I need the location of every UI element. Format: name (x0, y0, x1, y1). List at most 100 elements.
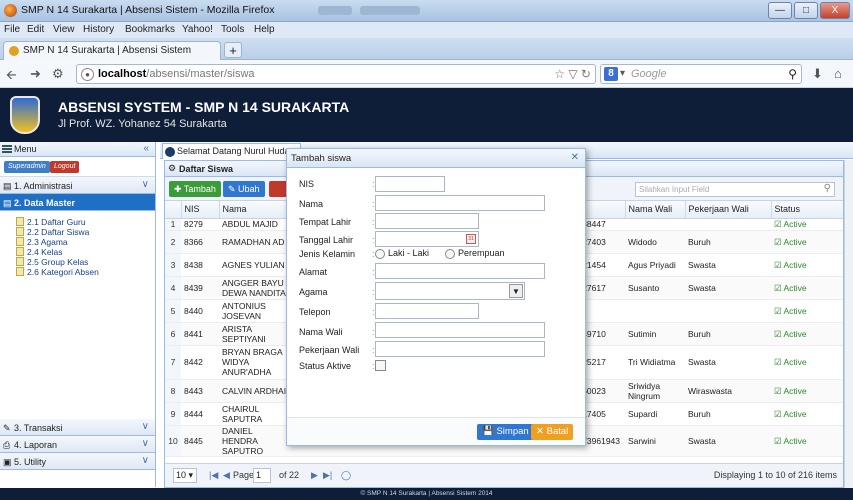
cell-status: ☑ Active (771, 425, 843, 457)
home-icon[interactable]: ⌂ (834, 66, 842, 81)
sidebar-item-group-kelas[interactable]: 2.5 Group Kelas (0, 257, 155, 267)
col-status[interactable]: Status (771, 201, 843, 219)
cell-wali: Widodo (625, 230, 685, 254)
label-telepon: Telepon (299, 307, 331, 317)
add-button[interactable]: ✚ Tambah (169, 181, 221, 197)
cell-wali: Supardi (625, 402, 685, 426)
cell-status: ☑ Active (771, 218, 843, 231)
cell-nama: ANTONIUS JOSEVAN (219, 299, 291, 323)
url-text: localhost/absensi/master/siswa (98, 68, 255, 80)
menu-yahoo[interactable]: Yahoo! (182, 24, 213, 35)
edit-button[interactable]: ✎ Ubah (223, 181, 265, 197)
sidebar-item-daftar-siswa[interactable]: 2.2 Daftar Siswa (0, 227, 155, 237)
sidebar-item-daftar-guru[interactable]: 2.1 Daftar Guru (0, 217, 155, 227)
close-icon[interactable]: ✕ (571, 152, 579, 163)
edit-icon: ✎ (3, 423, 11, 433)
status-aktive-checkbox[interactable] (375, 360, 386, 371)
search-engine-dropdown-icon[interactable]: ▾ (620, 68, 625, 79)
last-page-icon[interactable]: ▶| (323, 470, 332, 481)
menu-grid-icon (2, 145, 12, 154)
agama-select[interactable]: ▼ (375, 282, 525, 300)
page-size-select[interactable]: 10 ▾ (173, 468, 197, 483)
grid-search-input[interactable]: Silahkan Input Field ⚲ (635, 182, 835, 197)
sidebar-item-agama[interactable]: 2.3 Agama (0, 237, 155, 247)
cell-n: 3 (165, 253, 181, 277)
menu-tools[interactable]: Tools (221, 24, 244, 35)
menu-edit[interactable]: Edit (27, 24, 44, 35)
close-window-button[interactable]: X (820, 2, 850, 19)
alamat-input[interactable] (375, 263, 545, 279)
menu-view[interactable]: View (53, 24, 75, 35)
expand-icon[interactable]: ∨ (142, 421, 149, 432)
forward-icon[interactable]: ➜ (30, 66, 41, 82)
refresh-icon[interactable]: ◯ (341, 470, 351, 481)
tempat-lahir-input[interactable] (375, 213, 479, 229)
search-icon[interactable]: ⚲ (824, 183, 831, 194)
search-bar[interactable]: 8 ▾ Google ⚲ (600, 64, 802, 84)
star-reload-icon[interactable]: ☆ ▽ ↻ (554, 67, 591, 81)
cell-n: 10 (165, 425, 181, 457)
firefox-icon (4, 4, 17, 17)
sidebar-section-administrasi[interactable]: ▤ 1. Administrasi ∨ (0, 177, 155, 194)
nama-input[interactable] (375, 195, 545, 211)
download-icon[interactable]: ⬇ (812, 66, 823, 82)
col-nis[interactable]: NIS (181, 201, 220, 219)
dropdown-arrow-icon[interactable]: ▼ (509, 284, 523, 298)
new-tab-button[interactable]: + (224, 42, 242, 58)
sidebar-section-laporan[interactable]: ⎙ 4. Laporan ∨ (0, 436, 155, 453)
search-placeholder: Silahkan Input Field (639, 185, 710, 194)
sidebar-section-utility[interactable]: ▣ 5. Utility ∨ (0, 453, 155, 470)
nis-input[interactable] (375, 176, 445, 192)
sidebar: Menu « Superadmin Logout ▤ 1. Administra… (0, 142, 156, 487)
next-page-icon[interactable]: ▶ (311, 470, 318, 481)
col-nama-wali[interactable]: Nama Wali (625, 201, 686, 219)
prev-page-icon[interactable]: ◀ (223, 470, 230, 481)
menu-file[interactable]: File (4, 24, 20, 35)
section-label: 5. Utility (14, 457, 47, 467)
url-bar[interactable]: ● localhost/absensi/master/siswa ☆ ▽ ↻ (76, 64, 596, 84)
addon-icon[interactable]: ⚙ (52, 66, 64, 82)
radio-perempuan[interactable] (445, 249, 455, 259)
grid-pager: 10 ▾ |◀ ◀ Page 1 of 22 ▶ ▶| ◯ Displaying… (165, 463, 843, 487)
cancel-button[interactable]: ✕ Batal (531, 424, 574, 440)
cell-status: ☑ Active (771, 322, 843, 346)
telepon-input[interactable] (375, 303, 479, 319)
sidebar-section-data-master[interactable]: ▤ 2. Data Master (0, 194, 155, 211)
radio-laki-laki[interactable] (375, 249, 385, 259)
logout-button[interactable]: Logout (50, 161, 80, 173)
expand-icon[interactable]: ∨ (142, 438, 149, 449)
check-icon: ☑ (774, 357, 784, 367)
col-nama[interactable]: Nama (219, 201, 292, 219)
radio-label-laki-laki: Laki - Laki (388, 248, 430, 258)
browser-tab[interactable]: SMP N 14 Surakarta | Absensi Sistem (3, 41, 221, 60)
expand-icon[interactable]: ∨ (142, 179, 149, 190)
label-nama-wali: Nama Wali (299, 327, 343, 337)
calendar-icon[interactable]: 31 (466, 234, 476, 244)
col-pekerjaan-wali[interactable]: Pekerjaan Wali (685, 201, 772, 219)
cell-n: 9 (165, 402, 181, 426)
first-page-icon[interactable]: |◀ (209, 470, 218, 481)
menu-help[interactable]: Help (254, 24, 275, 35)
save-button[interactable]: 💾 Simpan (477, 424, 534, 440)
superadmin-button[interactable]: Superadmin (4, 161, 50, 173)
sidebar-item-kelas[interactable]: 2.4 Kelas (0, 247, 155, 257)
cell-nis: 8439 (181, 276, 219, 300)
nama-wali-input[interactable] (375, 322, 545, 338)
maximize-button[interactable]: □ (794, 2, 818, 19)
sidebar-item-kategori-absen[interactable]: 2.6 Kategori Absen (0, 267, 155, 277)
page-number-input[interactable]: 1 (253, 468, 271, 483)
cell-n: 1 (165, 218, 181, 231)
pekerjaan-wali-input[interactable] (375, 341, 545, 357)
tanggal-lahir-input[interactable]: 31 (375, 231, 479, 247)
expand-icon[interactable]: ∨ (142, 455, 149, 466)
menu-history[interactable]: History (83, 24, 114, 35)
menu-bookmarks[interactable]: Bookmarks (125, 24, 175, 35)
search-icon[interactable]: ⚲ (788, 67, 797, 81)
vertical-scrollbar[interactable] (844, 160, 853, 488)
collapse-left-icon[interactable]: « (143, 143, 149, 154)
sidebar-section-transaksi[interactable]: ✎ 3. Transaksi ∨ (0, 419, 155, 436)
back-icon[interactable]: 🡨 (6, 66, 17, 88)
cell-status: ☑ Active (771, 276, 843, 300)
tab-welcome[interactable]: Selamat Datang Nurul Huday (162, 143, 302, 159)
minimize-button[interactable]: — (768, 2, 792, 19)
